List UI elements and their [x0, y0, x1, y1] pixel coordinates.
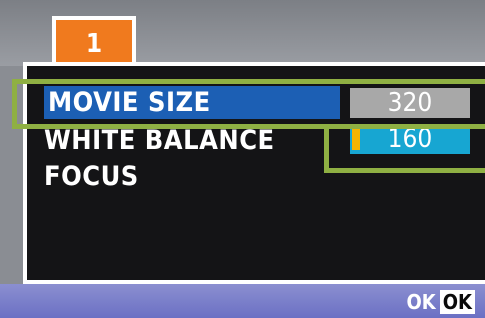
selection-cursor	[352, 128, 360, 150]
ok-hint-text: OK	[406, 290, 436, 314]
tab-1-label: 1	[85, 29, 103, 59]
callout-highlight-frame	[12, 79, 485, 129]
callout-line-horizontal	[324, 168, 485, 173]
ok-button[interactable]: OK	[439, 290, 475, 314]
menu-item-focus[interactable]: FOCUS	[44, 160, 139, 193]
tab-1[interactable]: 1	[52, 16, 136, 68]
footer-ok-hint: OK OK	[406, 290, 475, 314]
callout-line-vertical	[324, 128, 329, 173]
